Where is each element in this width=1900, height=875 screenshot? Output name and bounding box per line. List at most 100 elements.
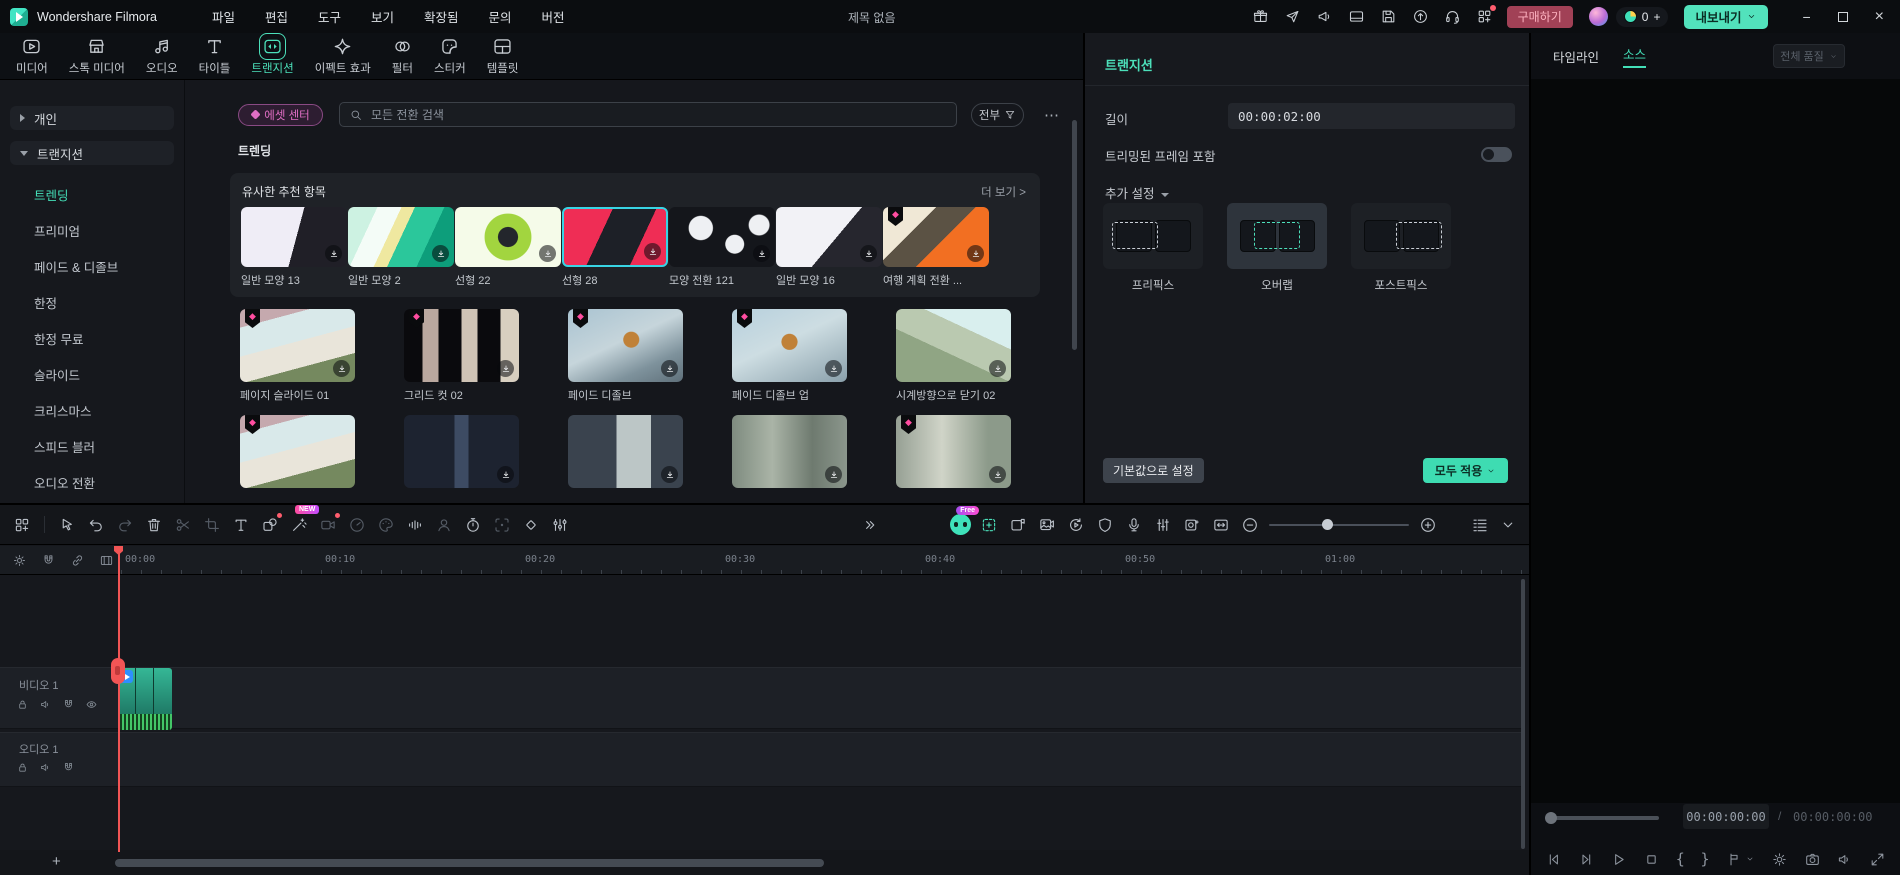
current-timecode[interactable]: 00:00:00:00 <box>1683 804 1769 829</box>
download-icon[interactable] <box>661 466 678 483</box>
coin-add-button[interactable]: + <box>1653 10 1660 24</box>
avatar[interactable] <box>1588 7 1608 26</box>
timeline-vertical-scrollbar[interactable] <box>1521 579 1525 849</box>
snap-magnet-icon[interactable] <box>62 698 75 711</box>
crop-icon[interactable] <box>202 515 222 535</box>
download-icon[interactable] <box>661 360 678 377</box>
menu-edit[interactable]: 편집 <box>265 7 288 26</box>
duration-input[interactable] <box>1228 103 1515 129</box>
transition-item[interactable]: 모양 전환 121 <box>669 207 775 288</box>
export-button[interactable]: 내보내기 <box>1684 4 1769 29</box>
menu-contact[interactable]: 문의 <box>489 7 512 26</box>
download-icon[interactable] <box>967 245 984 262</box>
menu-tools[interactable]: 도구 <box>318 7 341 26</box>
mark-in-icon[interactable]: { <box>1676 850 1685 868</box>
video-clip[interactable] <box>118 668 172 730</box>
sidebar-item-trending[interactable]: 트렌딩 <box>10 176 174 212</box>
undo-icon[interactable] <box>86 515 106 535</box>
close-button[interactable] <box>1875 8 1884 26</box>
timeline-horizontal-scrollbar[interactable] <box>115 859 824 867</box>
scrubber-handle[interactable] <box>1545 812 1557 824</box>
video-track-lane[interactable]: 비디오 1 <box>0 667 1521 730</box>
playhead-handle[interactable] <box>111 658 125 684</box>
search-bar[interactable] <box>339 102 957 127</box>
split-icon[interactable] <box>173 515 193 535</box>
marker-icon[interactable] <box>1725 851 1755 868</box>
speed-icon[interactable] <box>347 515 367 535</box>
sidebar-item-christmas[interactable]: 크리스마스 <box>10 392 174 428</box>
mute-icon[interactable] <box>39 761 52 774</box>
safe-zone-icon[interactable] <box>1095 515 1115 535</box>
mode-prefix[interactable]: 프리픽스 <box>1103 203 1203 292</box>
megaphone-icon[interactable] <box>1316 8 1333 25</box>
transition-item[interactable] <box>404 415 519 488</box>
zoom-in-icon[interactable] <box>1418 515 1438 535</box>
download-icon[interactable] <box>497 360 514 377</box>
preview-tab-timeline[interactable]: 타임라인 <box>1553 47 1599 66</box>
audio-stretch-icon[interactable] <box>405 515 425 535</box>
preview-tab-source[interactable]: 소스 <box>1623 44 1647 68</box>
mask-icon[interactable] <box>260 512 282 535</box>
stop-icon[interactable] <box>1643 851 1660 868</box>
trimmed-frames-toggle[interactable] <box>1481 147 1512 162</box>
purchase-button[interactable]: 구매하기 <box>1506 5 1573 28</box>
transition-item[interactable]: 그리드 컷 02 <box>404 309 519 403</box>
download-icon[interactable] <box>753 245 770 262</box>
lock-icon[interactable] <box>16 698 29 711</box>
asset-center-button[interactable]: 에셋 센터 <box>238 103 323 126</box>
auto-ripple-icon[interactable] <box>1211 515 1231 535</box>
tab-templates[interactable]: 템플릿 <box>479 34 527 78</box>
keyframe-icon[interactable] <box>521 515 541 535</box>
preview-scrubber[interactable] <box>1545 812 1659 824</box>
download-icon[interactable] <box>825 360 842 377</box>
transition-item[interactable]: 일반 모양 16 <box>776 207 882 288</box>
tab-audio[interactable]: 오디오 <box>138 34 186 78</box>
color-match-icon[interactable] <box>376 515 396 535</box>
delete-icon[interactable] <box>144 515 164 535</box>
play-icon[interactable] <box>1610 851 1627 868</box>
coin-balance[interactable]: 0 + <box>1615 6 1669 27</box>
transition-item-selected[interactable]: 선형 28 <box>562 207 668 288</box>
timeline-settings-icon[interactable] <box>12 553 27 568</box>
menu-version[interactable]: 버전 <box>542 7 565 26</box>
text-tool-icon[interactable] <box>231 515 251 535</box>
ai-copilot-icon[interactable]: Free <box>949 505 979 535</box>
smart-reframe-icon[interactable] <box>979 515 999 535</box>
lock-icon[interactable] <box>16 761 29 774</box>
smart-cut-icon[interactable]: NEW <box>289 504 320 535</box>
chevron-down-icon[interactable] <box>1499 516 1517 534</box>
workspace-icon[interactable] <box>1348 8 1365 25</box>
sidebar-item-limited[interactable]: 한정 <box>10 284 174 320</box>
transition-item[interactable] <box>568 415 683 488</box>
mark-out-icon[interactable]: } <box>1700 850 1709 868</box>
track-height-icon[interactable] <box>1470 515 1490 535</box>
gallery-scrollbar[interactable] <box>1072 120 1077 350</box>
media-export-icon[interactable] <box>1037 515 1057 535</box>
previous-frame-icon[interactable] <box>1545 851 1562 868</box>
tab-titles[interactable]: 타이틀 <box>191 34 239 78</box>
support-icon[interactable] <box>1444 8 1461 25</box>
sidebar-group-transitions[interactable]: 트랜지션 <box>10 141 174 165</box>
maximize-button[interactable] <box>1837 11 1848 22</box>
filter-all-button[interactable]: 전부 <box>971 102 1024 127</box>
tab-filters[interactable]: 필터 <box>384 34 421 78</box>
transition-item[interactable] <box>240 415 355 488</box>
apps-icon[interactable] <box>1476 5 1496 25</box>
sidebar-item-fade-dissolve[interactable]: 페이드 & 디졸브 <box>10 248 174 284</box>
promotion-icon[interactable] <box>1284 8 1301 25</box>
transition-item[interactable]: 페이드 디졸브 업 <box>732 309 847 403</box>
save-icon[interactable] <box>1380 8 1397 25</box>
more-options-icon[interactable] <box>1044 106 1061 124</box>
zoom-out-icon[interactable] <box>1240 515 1260 535</box>
mode-overlap[interactable]: 오버랩 <box>1227 203 1327 292</box>
download-icon[interactable] <box>644 243 661 260</box>
audio-mixer-icon[interactable] <box>1153 515 1173 535</box>
transition-item[interactable]: 시계방향으로 닫기 02 <box>896 309 1011 403</box>
apply-all-button[interactable]: 모두 적용 <box>1423 458 1508 483</box>
export-clip-icon[interactable] <box>1008 515 1028 535</box>
link-clips-icon[interactable] <box>70 553 85 568</box>
voiceover-icon[interactable] <box>1124 515 1144 535</box>
menu-file[interactable]: 파일 <box>212 7 235 26</box>
transition-item[interactable] <box>896 415 1011 488</box>
sidebar-group-personal[interactable]: 개인 <box>10 106 174 130</box>
